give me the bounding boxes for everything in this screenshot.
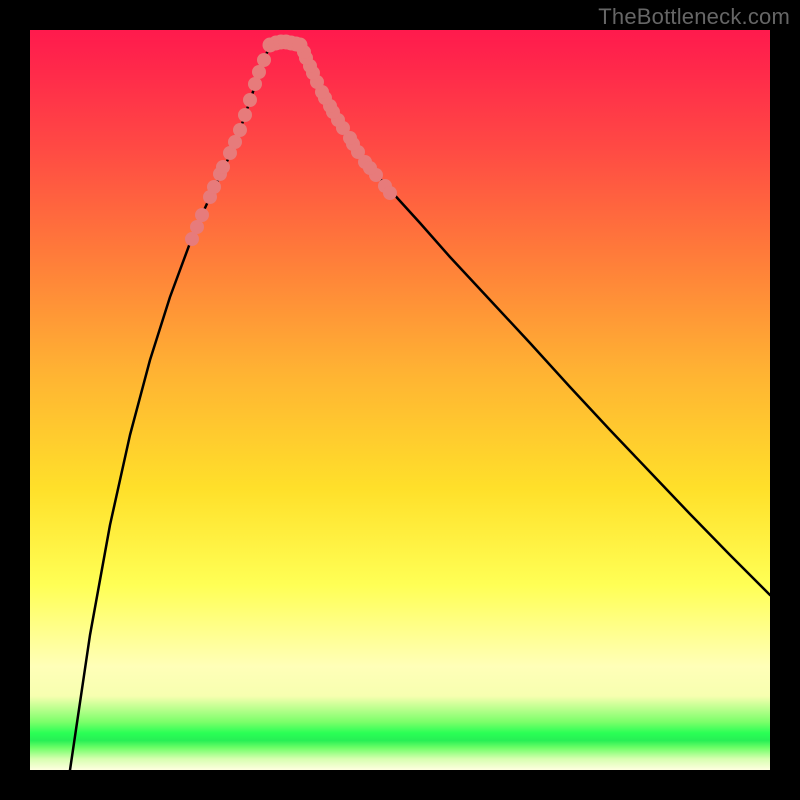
curve-left-branch	[70, 45, 272, 770]
data-dot	[228, 135, 242, 149]
dot-group	[185, 35, 397, 247]
data-dot	[383, 186, 397, 200]
data-dot	[252, 65, 266, 79]
curve-right-branch	[300, 45, 770, 595]
data-dot	[190, 220, 204, 234]
plot-area	[30, 30, 770, 770]
watermark-text: TheBottleneck.com	[598, 4, 790, 30]
data-dot	[185, 232, 199, 246]
data-dot	[216, 160, 230, 174]
curve-group	[70, 43, 770, 770]
data-dot	[243, 93, 257, 107]
data-dot	[207, 180, 221, 194]
chart-frame: TheBottleneck.com	[0, 0, 800, 800]
data-dot	[233, 123, 247, 137]
data-dot	[257, 53, 271, 67]
data-dot	[363, 161, 377, 175]
data-dot	[293, 38, 308, 53]
data-dot	[195, 208, 209, 222]
data-dot	[248, 77, 262, 91]
data-dot	[238, 108, 252, 122]
curve-layer	[30, 30, 770, 770]
